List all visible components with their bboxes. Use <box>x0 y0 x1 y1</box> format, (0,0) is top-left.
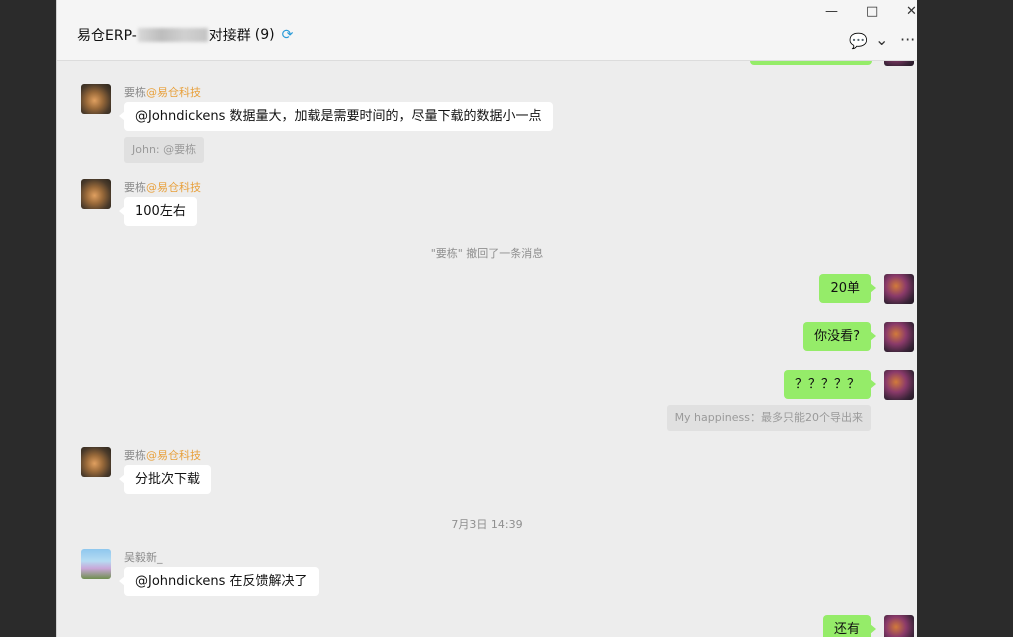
self-message-bubble[interactable]: ？？？？？ <box>783 370 877 399</box>
chat-bubble-icon[interactable]: 💬 <box>849 32 868 50</box>
maximize-button[interactable]: □ <box>866 4 878 19</box>
quoted-message[interactable]: My happiness：最多只能20个导出来 <box>666 405 871 431</box>
chat-title-suffix: 对接群 <box>208 28 251 44</box>
self-avatar[interactable] <box>884 61 914 66</box>
member-count: (9) <box>254 27 275 43</box>
self-message-bubble[interactable]: 还有 <box>822 615 877 637</box>
self-message-bubble[interactable]: 你没看? <box>803 322 876 351</box>
sender-org: @易仓科技 <box>146 181 201 194</box>
redacted-group-name <box>137 28 208 42</box>
sender-nickname: 要栋 <box>124 449 146 462</box>
partial-self-message <box>750 61 872 65</box>
minimize-button[interactable]: — <box>825 4 838 19</box>
quoted-message[interactable]: John: @要栋 <box>124 137 205 163</box>
self-avatar[interactable] <box>884 615 914 637</box>
sender-name: 要栋@易仓科技 <box>124 447 201 463</box>
sender-avatar[interactable] <box>81 179 111 209</box>
message-bubble[interactable]: 分批次下载 <box>118 465 212 494</box>
self-message-bubble[interactable]: 20单 <box>819 274 876 303</box>
sender-nickname: 要栋 <box>124 86 146 99</box>
close-button[interactable]: ✕ <box>906 4 917 19</box>
sync-icon[interactable]: ⟳ <box>282 27 294 43</box>
chat-window: 易仓ERP- 对接群 (9) ⟳ — □ ✕ 💬 ⌄ ··· 要栋@易仓科技 @… <box>56 0 917 637</box>
chevron-down-icon[interactable]: ⌄ <box>875 30 888 49</box>
sender-avatar[interactable] <box>81 84 111 114</box>
message-bubble[interactable]: @Johndickens 在反馈解决了 <box>119 567 319 596</box>
sender-name: 要栋@易仓科技 <box>124 84 201 100</box>
sender-nickname: 要栋 <box>124 181 146 194</box>
self-avatar[interactable] <box>884 370 914 400</box>
chat-title[interactable]: 易仓ERP- 对接群 (9) ⟳ <box>77 25 293 45</box>
sender-name: 吴毅新_ <box>124 549 163 565</box>
sender-org: @易仓科技 <box>146 86 201 99</box>
message-list[interactable]: 要栋@易仓科技 @Johndickens 数据量大，加载是需要时间的，尽量下载的… <box>57 61 917 637</box>
chat-header: 易仓ERP- 对接群 (9) ⟳ — □ ✕ 💬 ⌄ ··· <box>57 0 917 61</box>
self-avatar[interactable] <box>884 322 914 352</box>
chat-title-prefix: 易仓ERP- <box>77 28 137 44</box>
message-bubble[interactable]: @Johndickens 数据量大，加载是需要时间的，尽量下载的数据小一点 <box>119 102 553 131</box>
more-icon[interactable]: ··· <box>900 30 915 49</box>
sender-org: @易仓科技 <box>146 449 201 462</box>
sender-nickname: 吴毅新_ <box>124 551 163 564</box>
sender-avatar[interactable] <box>81 549 111 579</box>
sender-name: 要栋@易仓科技 <box>124 179 201 195</box>
message-timestamp: 7月3日 14:39 <box>451 518 523 531</box>
self-avatar[interactable] <box>884 274 914 304</box>
sender-avatar[interactable] <box>81 447 111 477</box>
recall-notice: "要栋" 撤回了一条消息 <box>430 247 544 260</box>
message-bubble[interactable]: 100左右 <box>119 197 197 226</box>
